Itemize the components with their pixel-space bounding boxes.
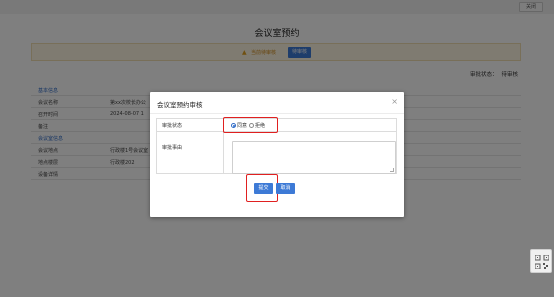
radio-highlight-box — [223, 117, 278, 133]
resize-handle-icon[interactable] — [390, 168, 394, 172]
reason-row: 审批事由 — [157, 133, 396, 174]
close-icon[interactable]: × — [391, 97, 398, 107]
status-label: 审批状态 — [162, 123, 183, 129]
qr-code-widget[interactable] — [530, 249, 552, 273]
dialog-title: 会议室预约审核 — [157, 101, 203, 109]
qr-code-icon — [535, 255, 549, 269]
submit-button[interactable]: 提交 — [254, 183, 273, 194]
review-dialog: 会议室预约审核 × 审批状态 同意 拒绝 审批事由 提交 取消 — [150, 92, 404, 217]
cancel-button[interactable]: 取消 — [276, 183, 295, 194]
dialog-form: 审批状态 同意 拒绝 审批事由 — [156, 117, 397, 174]
dialog-header: 会议室预约审核 × — [150, 92, 404, 114]
reason-label: 审批事由 — [162, 145, 183, 151]
reason-textarea[interactable] — [232, 141, 396, 174]
status-row: 审批状态 同意 拒绝 — [157, 117, 396, 133]
